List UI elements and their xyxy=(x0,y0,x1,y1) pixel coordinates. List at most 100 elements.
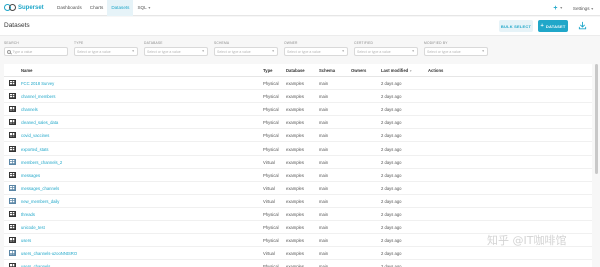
filter-type: TYPE Select or type a value ▾ xyxy=(74,41,138,56)
dataset-database: examples xyxy=(286,251,304,257)
virtual-dataset-icon xyxy=(9,158,16,165)
dataset-name-link[interactable]: members_channels_2 xyxy=(21,160,62,165)
dataset-name-link[interactable]: users_channels-uzooNNtSRO xyxy=(21,251,77,256)
dataset-name-link[interactable]: threads xyxy=(21,212,35,217)
column-header-schema[interactable]: Schema xyxy=(319,68,335,73)
table-row[interactable]: new_members_daily Virtual examples main 2 da… xyxy=(4,195,592,208)
dataset-last-modified: 2 days ago xyxy=(381,159,402,165)
dataset-last-modified: 2 days ago xyxy=(381,146,402,152)
dataset-name-link[interactable]: channels xyxy=(21,107,38,112)
table-row[interactable]: threads Physical examples main 2 days ago xyxy=(4,208,592,221)
dataset-schema: main xyxy=(319,185,329,191)
filter-label: MODIFIED BY xyxy=(424,41,448,45)
dataset-name-link[interactable]: new_members_daily xyxy=(21,199,59,204)
filter-certified: CERTIFIED Select or type a value ▾ xyxy=(354,41,418,56)
settings-menu[interactable]: Settings▼ xyxy=(573,6,594,11)
chevron-down-icon: ▾ xyxy=(482,49,484,53)
physical-dataset-icon xyxy=(9,106,16,113)
schema-select-placeholder: Select or type a value xyxy=(217,49,251,54)
nav-tab-charts[interactable]: Charts xyxy=(86,0,108,16)
scrollbar[interactable] xyxy=(595,64,598,174)
dataset-last-modified: 2 days ago xyxy=(381,172,402,178)
dataset-database: examples xyxy=(286,238,304,244)
search-input[interactable]: Type a value xyxy=(4,47,68,56)
table-row[interactable]: cleaned_sales_data Physical examples main 2 … xyxy=(4,116,592,130)
column-header-last-modified[interactable]: Last modified▼ xyxy=(381,68,412,73)
dataset-database: examples xyxy=(286,133,304,139)
nav-tab-sql[interactable]: SQL ▼ xyxy=(133,0,155,16)
dataset-last-modified: 2 days ago xyxy=(381,94,402,100)
dataset-last-modified: 2 days ago xyxy=(381,107,402,113)
dataset-type: Physical xyxy=(263,120,279,126)
chevron-down-icon: ▾ xyxy=(412,49,414,53)
table-row[interactable]: exported_stats Physical examples main 2 days… xyxy=(4,143,592,156)
database-select-placeholder: Select or type a value xyxy=(147,49,181,54)
dataset-type: Physical xyxy=(263,238,279,244)
plus-icon[interactable]: + xyxy=(553,5,557,12)
table-row[interactable]: FCC 2018 Survey Physical examples main 2 day… xyxy=(4,77,592,90)
dataset-name-link[interactable]: unicode_test xyxy=(21,225,45,230)
dataset-schema: main xyxy=(319,120,329,126)
filter-label: SCHEMA xyxy=(214,41,230,45)
dataset-name-link[interactable]: cleaned_sales_data xyxy=(21,120,58,125)
modified-by-select[interactable]: Select or type a value ▾ xyxy=(424,47,488,56)
dataset-schema: main xyxy=(319,81,329,86)
table-row[interactable]: members_channels_2 Virtual examples main 2 d… xyxy=(4,156,592,169)
add-dataset-button[interactable]: + DATASET xyxy=(538,20,568,32)
dataset-last-modified: 2 days ago xyxy=(381,198,402,204)
column-header-owners-label: Owners xyxy=(351,68,367,73)
dataset-name-link[interactable]: messages xyxy=(21,173,40,178)
chevron-down-icon: ▾ xyxy=(342,49,344,53)
physical-dataset-icon xyxy=(9,224,16,231)
database-select[interactable]: Select or type a value ▾ xyxy=(144,47,208,56)
type-select[interactable]: Select or type a value ▾ xyxy=(74,47,138,56)
owner-select[interactable]: Select or type a value ▾ xyxy=(284,47,348,56)
table-header: Name Type Database Schema Owners Last mo… xyxy=(4,64,592,77)
dataset-name-link[interactable]: exported_stats xyxy=(21,147,48,152)
chevron-down-icon: ▾ xyxy=(132,49,134,53)
dataset-name-link[interactable]: FCC 2018 Survey xyxy=(21,81,54,86)
column-header-database[interactable]: Database xyxy=(286,68,305,73)
chevron-down-icon: ▼ xyxy=(147,5,152,10)
certified-select[interactable]: Select or type a value ▾ xyxy=(354,47,418,56)
dataset-type: Virtual xyxy=(263,159,275,165)
dataset-schema: main xyxy=(319,225,329,231)
superset-logo[interactable]: Superset xyxy=(4,4,48,11)
column-header-database-label: Database xyxy=(286,68,305,73)
superset-logo-icon xyxy=(4,4,16,11)
nav-tab-datasets[interactable]: Datasets xyxy=(107,0,134,16)
chevron-down-icon: ▾ xyxy=(202,49,204,53)
table-row[interactable]: channels Physical examples main 2 days ago xyxy=(4,103,592,117)
filter-search: Search Type a value xyxy=(4,41,68,56)
dataset-type: Physical xyxy=(263,107,279,113)
dataset-name-link[interactable]: covid_vaccines xyxy=(21,133,49,138)
column-header-last-modified-label: Last modified xyxy=(381,68,409,73)
dataset-type: Physical xyxy=(263,172,279,178)
dataset-type: Virtual xyxy=(263,251,275,257)
bulk-select-button[interactable]: BULK SELECT xyxy=(499,20,533,32)
download-icon[interactable] xyxy=(578,21,587,30)
nav-tab-dashboards[interactable]: Dashboards xyxy=(53,0,86,16)
table-row[interactable]: messages Physical examples main 2 days ago xyxy=(4,169,592,182)
schema-select[interactable]: Select or type a value ▾ xyxy=(214,47,278,56)
filter-schema: SCHEMA Select or type a value ▾ xyxy=(214,41,278,56)
dataset-name-link[interactable]: channel_members xyxy=(21,94,55,99)
dataset-schema: main xyxy=(319,146,329,152)
table-row[interactable]: messages_channels Virtual examples main 2 da… xyxy=(4,182,592,195)
chevron-down-icon: ▾ xyxy=(272,49,274,53)
add-dataset-label: DATASET xyxy=(545,23,566,29)
column-header-name[interactable]: Name xyxy=(21,68,32,73)
table-row[interactable]: covid_vaccines Physical examples main 2 days… xyxy=(4,129,592,143)
table-row[interactable]: users_channels-uzooNNtSRO Virtual examples… xyxy=(4,247,592,261)
virtual-dataset-icon xyxy=(9,197,16,204)
type-select-placeholder: Select or type a value xyxy=(77,49,111,54)
column-header-type[interactable]: Type xyxy=(263,68,272,73)
dataset-name-link[interactable]: users xyxy=(21,238,31,243)
table-row[interactable]: users_channels Physical examples main 2 days… xyxy=(4,260,592,267)
top-navbar: Superset Dashboards Charts Datasets SQL ▼… xyxy=(0,0,600,16)
filter-label: Search xyxy=(4,41,19,45)
physical-dataset-icon xyxy=(9,237,16,244)
table-row[interactable]: channel_members Physical examples main 2 day… xyxy=(4,90,592,104)
physical-dataset-icon xyxy=(9,211,16,217)
dataset-name-link[interactable]: messages_channels xyxy=(21,186,59,191)
